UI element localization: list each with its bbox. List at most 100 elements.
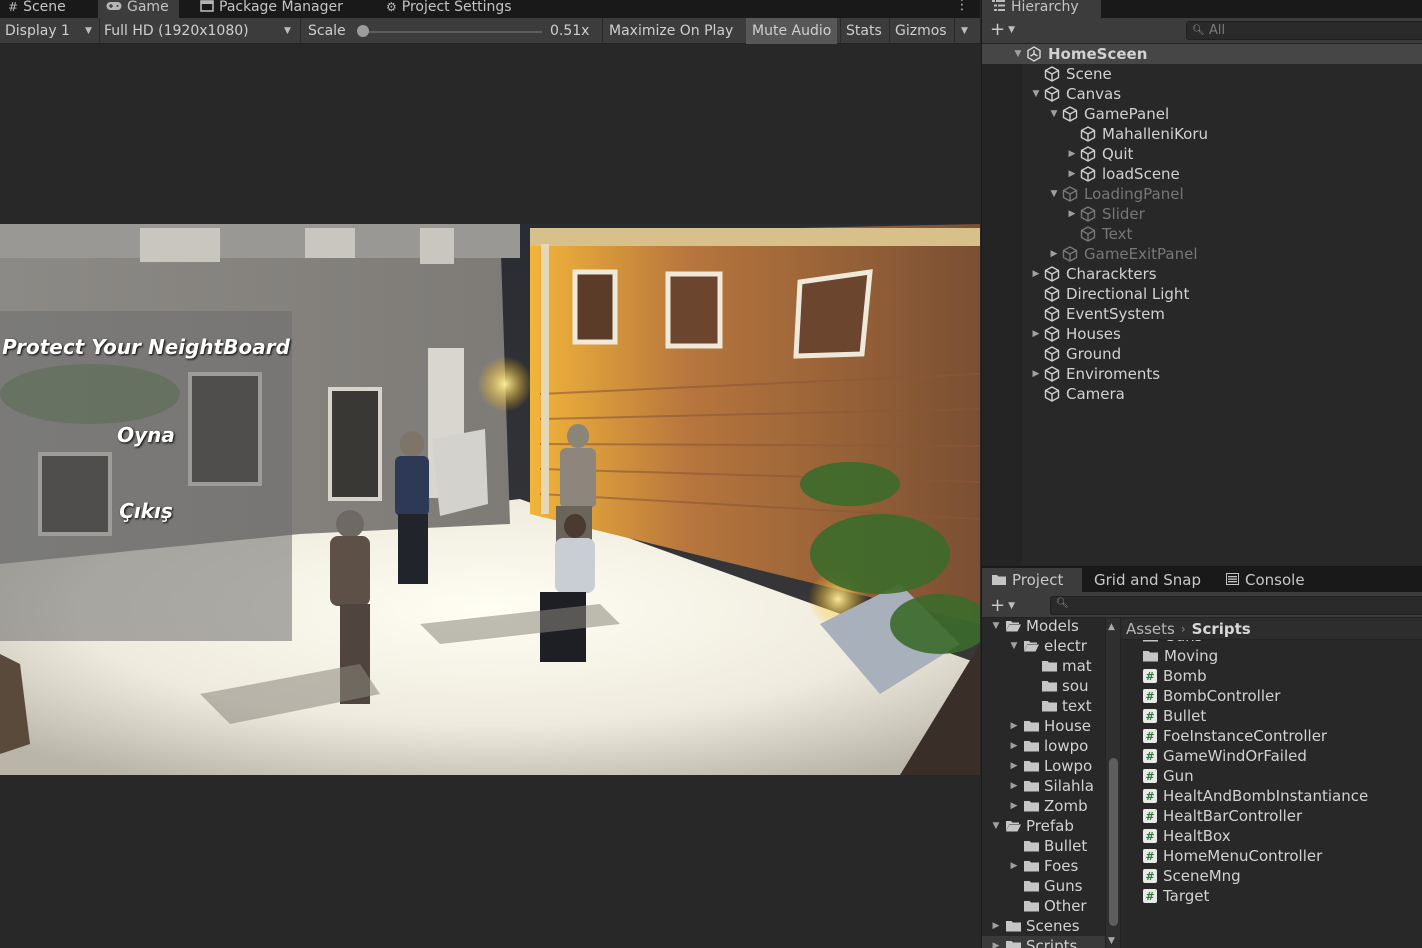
maximize-on-play-toggle[interactable]: Maximize On Play	[603, 18, 739, 44]
expand-right-icon[interactable]: ▶	[1030, 269, 1042, 279]
expand-right-icon[interactable]: ▶	[1030, 369, 1042, 379]
hierarchy-item[interactable]: Scene	[982, 64, 1422, 84]
hierarchy-item[interactable]: Directional Light	[982, 284, 1422, 304]
tab-package-manager[interactable]: Package Manager	[192, 0, 353, 18]
stats-toggle[interactable]: Stats	[841, 18, 887, 44]
project-folder-item[interactable]: ▼ Prefab	[982, 816, 1105, 836]
asset-script[interactable]: # SceneMng	[1143, 866, 1241, 886]
mute-audio-toggle[interactable]: Mute Audio	[746, 18, 838, 44]
asset-script[interactable]: # Bomb	[1143, 666, 1207, 686]
hierarchy-item[interactable]: ▶ Enviroments	[982, 364, 1422, 384]
project-folder-item[interactable]: Other	[982, 896, 1105, 916]
hierarchy-item[interactable]: Camera	[982, 384, 1422, 404]
expand-right-icon[interactable]: ▶	[990, 941, 1002, 948]
asset-script[interactable]: # HealtBox	[1143, 826, 1231, 846]
expand-right-icon[interactable]: ▶	[1066, 209, 1078, 219]
scroll-up-icon[interactable]: ▲	[1108, 622, 1115, 632]
hierarchy-item[interactable]: ▶ Charackters	[982, 264, 1422, 284]
play-button[interactable]: Oyna	[96, 423, 196, 447]
expand-right-icon[interactable]: ▶	[1008, 861, 1020, 871]
scrollbar-thumb[interactable]	[1109, 758, 1118, 926]
hierarchy-item[interactable]: ▼ Canvas	[982, 84, 1422, 104]
hierarchy-item[interactable]: ▼ LoadingPanel	[982, 184, 1422, 204]
project-folder-item[interactable]: ▶ Foes	[982, 856, 1105, 876]
expand-right-icon[interactable]: ▶	[1008, 721, 1020, 731]
tab-game[interactable]: Game	[98, 0, 179, 18]
expand-down-icon[interactable]: ▼	[1030, 89, 1042, 99]
expand-down-icon[interactable]: ▼	[990, 821, 1002, 831]
quit-button[interactable]: Çıkış	[96, 499, 196, 523]
scale-slider-track[interactable]	[362, 31, 542, 33]
expand-right-icon[interactable]: ▶	[1008, 761, 1020, 771]
hierarchy-item[interactable]: Ground	[982, 344, 1422, 364]
asset-script[interactable]: # Target	[1143, 886, 1209, 906]
hierarchy-item[interactable]: ▶ GameExitPanel	[982, 244, 1422, 264]
gizmos-toggle[interactable]: Gizmos	[890, 18, 952, 44]
expand-right-icon[interactable]: ▶	[1066, 169, 1078, 179]
more-options-icon[interactable]: ⋮	[955, 0, 969, 13]
hierarchy-item[interactable]: ▶ Houses	[982, 324, 1422, 344]
expand-right-icon[interactable]: ▶	[1048, 249, 1060, 259]
asset-script[interactable]: # FoeInstanceController	[1143, 726, 1327, 746]
asset-script[interactable]: # Bullet	[1143, 706, 1206, 726]
expand-right-icon[interactable]: ▶	[990, 921, 1002, 931]
project-folder-item[interactable]: ▼ electr	[982, 636, 1105, 656]
project-folder-item[interactable]: ▶ Scripts	[982, 936, 1105, 948]
project-folder-item[interactable]: ▼ Models	[982, 618, 1105, 636]
tab-hierarchy[interactable]: Hierarchy	[982, 0, 1101, 18]
hierarchy-scene-root[interactable]: ▼ HomeSceen	[982, 44, 1422, 64]
expand-right-icon[interactable]: ▶	[1008, 801, 1020, 811]
expand-down-icon[interactable]: ▼	[990, 621, 1002, 631]
tab-console[interactable]: Console	[1216, 568, 1315, 592]
expand-down-icon[interactable]: ▼	[1048, 109, 1060, 119]
project-folder-item[interactable]: ▶ Silahla	[982, 776, 1105, 796]
scroll-down-icon[interactable]: ▼	[1108, 936, 1115, 946]
asset-script[interactable]: # HealtBarController	[1143, 806, 1302, 826]
resolution-dropdown[interactable]: Full HD (1920x1080) ▼	[104, 18, 298, 44]
breadcrumb-assets[interactable]: Assets	[1126, 620, 1175, 638]
breadcrumb-scripts[interactable]: Scripts	[1192, 620, 1251, 638]
project-folder-item[interactable]: mat	[982, 656, 1105, 676]
expand-right-icon[interactable]: ▶	[1008, 781, 1020, 791]
create-asset-button[interactable]: + ▼	[990, 595, 1015, 616]
tab-project[interactable]: Project	[982, 568, 1082, 592]
asset-script[interactable]: # Gun	[1143, 766, 1194, 786]
project-folder-item[interactable]: ▶ Lowpo	[982, 756, 1105, 776]
hierarchy-item[interactable]: MahalleniKoru	[982, 124, 1422, 144]
hierarchy-item[interactable]: ▶ loadScene	[982, 164, 1422, 184]
expand-right-icon[interactable]: ▶	[1030, 329, 1042, 339]
expand-down-icon[interactable]: ▼	[1048, 189, 1060, 199]
gizmos-dropdown[interactable]: ▼	[961, 18, 968, 44]
project-folder-item[interactable]: ▶ House	[982, 716, 1105, 736]
tab-grid-and-snap[interactable]: Grid and Snap	[1084, 568, 1211, 592]
asset-script[interactable]: # HealtAndBombInstantiance	[1143, 786, 1368, 806]
hierarchy-item[interactable]: Text	[982, 224, 1422, 244]
display-dropdown[interactable]: Display 1 ▼	[5, 18, 97, 44]
asset-folder[interactable]: Moving	[1143, 646, 1218, 666]
hierarchy-item[interactable]: ▶ Slider	[982, 204, 1422, 224]
hierarchy-item[interactable]: ▶ Quit	[982, 144, 1422, 164]
tab-project-settings[interactable]: ⚙ Project Settings	[378, 0, 522, 18]
asset-script[interactable]: # BombController	[1143, 686, 1280, 706]
project-folder-item[interactable]: text	[982, 696, 1105, 716]
asset-script[interactable]: # HomeMenuController	[1143, 846, 1322, 866]
project-folder-item[interactable]: Guns	[982, 876, 1105, 896]
project-search-input[interactable]: 🔍︎	[1050, 596, 1422, 615]
expand-down-icon[interactable]: ▼	[1012, 49, 1024, 59]
scale-slider-handle[interactable]	[357, 25, 369, 37]
folder-tree-scrollbar[interactable]: ▲ ▼	[1105, 618, 1121, 948]
project-folder-item[interactable]: ▶ Scenes	[982, 916, 1105, 936]
create-button[interactable]: + ▼	[990, 19, 1015, 40]
hierarchy-search-input[interactable]: 🔍︎ All	[1186, 21, 1422, 40]
hierarchy-item[interactable]: EventSystem	[982, 304, 1422, 324]
game-viewport[interactable]: Protect Your NeightBoard Oyna Çıkış	[0, 224, 980, 775]
expand-down-icon[interactable]: ▼	[1008, 641, 1020, 651]
expand-right-icon[interactable]: ▶	[1066, 149, 1078, 159]
tab-scene[interactable]: # Scene	[0, 0, 76, 18]
expand-right-icon[interactable]: ▶	[1008, 741, 1020, 751]
asset-script[interactable]: # GameWindOrFailed	[1143, 746, 1307, 766]
project-folder-item[interactable]: ▶ lowpo	[982, 736, 1105, 756]
project-folder-item[interactable]: ▶ Zomb	[982, 796, 1105, 816]
hierarchy-item[interactable]: ▼ GamePanel	[982, 104, 1422, 124]
project-folder-item[interactable]: Bullet	[982, 836, 1105, 856]
